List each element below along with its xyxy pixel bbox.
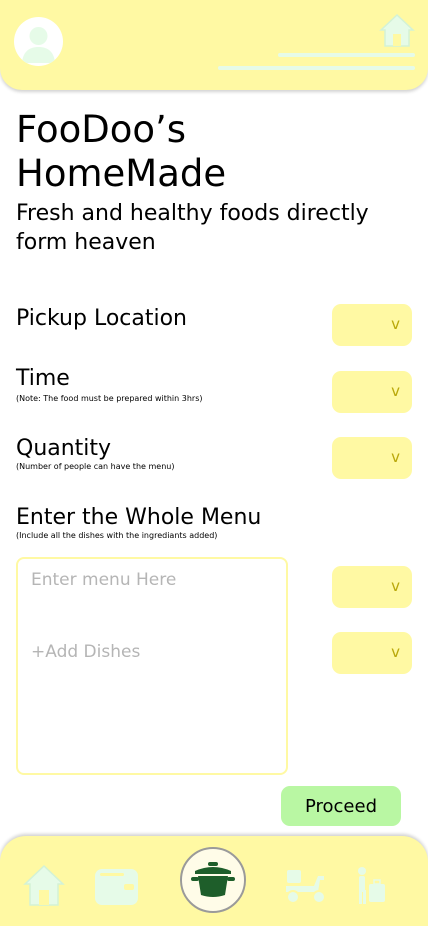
user-avatar-icon[interactable] [14, 17, 63, 66]
header-decor-line [218, 66, 415, 70]
menu-label: Enter the Whole Menu [16, 505, 262, 530]
header-decor-line [278, 53, 415, 57]
time-note: (Note: The food must be prepared within … [16, 394, 203, 403]
quantity-dropdown[interactable]: v [332, 437, 412, 479]
cooking-pot-button[interactable] [180, 847, 246, 913]
pickup-location-dropdown[interactable]: v [332, 304, 412, 346]
menu-dropdown-1[interactable]: v [332, 566, 412, 608]
cooking-pot-icon [191, 862, 235, 897]
add-dishes-link[interactable]: +Add Dishes [31, 642, 140, 662]
home-icon[interactable] [378, 11, 416, 49]
menu-textarea[interactable]: Enter menu Here +Add Dishes [16, 557, 288, 775]
wallet-icon[interactable] [94, 867, 140, 911]
person-luggage-icon[interactable] [354, 866, 390, 910]
time-label: Time [16, 366, 70, 391]
menu-dropdown-2[interactable]: v [332, 632, 412, 674]
page-title: FooDoo’s HomeMade [16, 108, 227, 195]
chevron-down-icon: v [391, 448, 400, 466]
time-dropdown[interactable]: v [332, 371, 412, 413]
app-header [0, 0, 428, 90]
pickup-location-label: Pickup Location [16, 306, 188, 331]
delivery-scooter-icon[interactable] [284, 866, 328, 910]
chevron-down-icon: v [391, 577, 400, 595]
chevron-down-icon: v [391, 382, 400, 400]
chevron-down-icon: v [391, 315, 400, 333]
proceed-button[interactable]: Proceed [281, 786, 401, 826]
quantity-note: (Number of people can have the menu) [16, 462, 175, 471]
page-subtitle: Fresh and healthy foods directly form he… [16, 201, 369, 255]
home-icon[interactable] [22, 862, 66, 912]
menu-placeholder: Enter menu Here [31, 570, 177, 590]
quantity-label: Quantity [16, 436, 112, 461]
chevron-down-icon: v [391, 643, 400, 661]
menu-note: (Include all the dishes with the ingredi… [16, 531, 218, 540]
